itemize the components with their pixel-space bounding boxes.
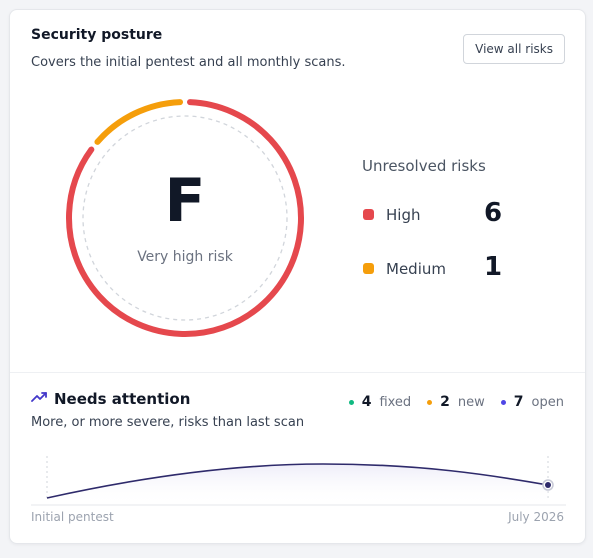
- stat-label: open: [531, 394, 564, 410]
- current-point[interactable]: [545, 482, 551, 488]
- stat-count: 4: [361, 394, 372, 410]
- posture-grade-label: Very high risk: [137, 249, 233, 265]
- stat-new: 2 new: [427, 394, 485, 410]
- section-divider: [10, 372, 585, 373]
- risk-label: Medium: [386, 260, 446, 278]
- trend-chart: [31, 456, 566, 506]
- stat-count: 2: [440, 394, 450, 410]
- medium-severity-dot: [363, 263, 374, 274]
- view-all-risks-button[interactable]: View all risks: [463, 34, 565, 64]
- new-dot: [427, 399, 433, 405]
- trend-start-label: Initial pentest: [31, 510, 114, 524]
- trend-area: [47, 464, 548, 505]
- needs-attention-title: Needs attention: [54, 390, 191, 408]
- stat-open: 7 open: [500, 394, 564, 410]
- scan-stats: 4 fixed 2 new 7 open: [348, 394, 564, 410]
- trend-up-icon: [31, 392, 47, 402]
- risk-label: High: [386, 206, 421, 224]
- stat-fixed: 4 fixed: [348, 394, 412, 410]
- needs-attention-subtitle: More, or more severe, risks than last sc…: [31, 415, 305, 430]
- stat-label: new: [457, 394, 485, 410]
- stat-label: fixed: [379, 394, 412, 410]
- trend-end-label: July 2026: [508, 510, 564, 524]
- card-subtitle: Covers the initial pentest and all month…: [31, 55, 346, 70]
- fixed-dot: [348, 399, 354, 405]
- posture-grade: F: [164, 166, 206, 236]
- risk-count: 6: [484, 198, 503, 228]
- open-dot: [500, 399, 506, 405]
- risk-row-medium: Medium 1: [362, 252, 512, 286]
- high-severity-dot: [363, 209, 374, 220]
- security-posture-card: Security posture Covers the initial pent…: [9, 9, 586, 544]
- risk-row-high: High 6: [362, 198, 512, 232]
- unresolved-risks-heading: Unresolved risks: [362, 157, 486, 175]
- stat-count: 7: [513, 394, 524, 410]
- card-title: Security posture: [31, 27, 163, 43]
- risk-count: 1: [484, 252, 503, 282]
